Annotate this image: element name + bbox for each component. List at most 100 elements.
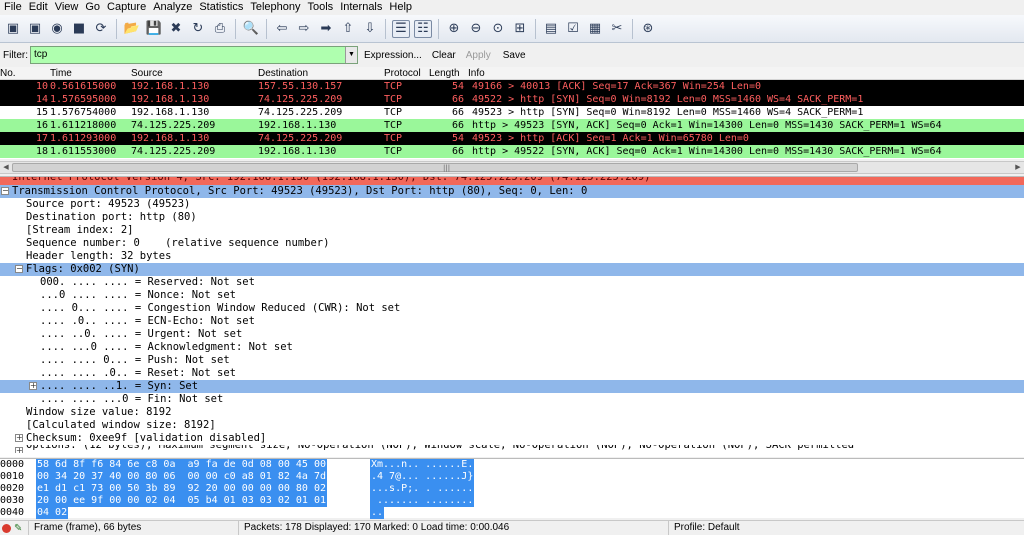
column-header-destination[interactable]: Destination — [258, 67, 308, 80]
interface-list-icon[interactable]: ▣ — [4, 20, 22, 38]
go-first-icon[interactable]: ⇧ — [339, 20, 357, 38]
menu-go[interactable]: Go — [85, 0, 107, 14]
hex-ascii[interactable]: .. — [370, 507, 385, 519]
collapse-icon[interactable]: − — [1, 187, 9, 195]
packet-row[interactable]: 10 0.561615000 192.168.1.130 157.55.130.157… — [0, 80, 1024, 93]
go-to-packet-icon[interactable]: ➡ — [317, 20, 335, 38]
hex-bytes[interactable]: 20 00 ee 9f 00 00 02 04 05 b4 01 03 03 0… — [36, 495, 327, 507]
zoom-in-icon[interactable]: ⊕ — [445, 20, 463, 38]
hex-bytes[interactable]: 04 02 — [36, 507, 69, 519]
tree-item[interactable]: Internet Protocol Version 4, Src: 192.16… — [0, 177, 1024, 185]
column-header-no[interactable]: No. — [0, 67, 16, 80]
expression-button[interactable]: Expression... — [364, 50, 422, 61]
close-file-icon[interactable]: ✖ — [167, 20, 185, 38]
tree-item[interactable]: [Calculated window size: 8192] — [0, 419, 1024, 432]
menu-view[interactable]: View — [55, 0, 86, 14]
filter-history-dropdown-icon[interactable]: ▼ — [345, 47, 357, 63]
hex-ascii[interactable]: .4 7@... ......J} — [370, 471, 475, 483]
stop-capture-icon[interactable]: ■ — [70, 20, 88, 38]
column-header-info[interactable]: Info — [468, 67, 485, 80]
print-icon[interactable]: ⎙ — [211, 20, 229, 38]
preferences-icon[interactable]: ✂ — [608, 20, 626, 38]
packet-list-hscrollbar[interactable]: ◀ ||| ▶ — [0, 161, 1024, 174]
menu-help[interactable]: Help — [389, 0, 419, 14]
tree-item[interactable]: ...0 .... .... = Nonce: Not set — [0, 289, 1024, 302]
go-back-icon[interactable]: ⇦ — [273, 20, 291, 38]
tree-item[interactable]: Source port: 49523 (49523) — [0, 198, 1024, 211]
capture-options-icon[interactable]: ▣ — [26, 20, 44, 38]
coloring-rules-icon[interactable]: ▦ — [586, 20, 604, 38]
expand-icon[interactable]: + — [15, 434, 23, 442]
tree-item[interactable]: 000. .... .... = Reserved: Not set — [0, 276, 1024, 289]
tree-item[interactable]: .... .... .0.. = Reset: Not set — [0, 367, 1024, 380]
profile-indicator[interactable]: Profile: Default — [668, 521, 1024, 535]
help-icon[interactable]: ⊛ — [639, 20, 657, 38]
display-filters-icon[interactable]: ☑ — [564, 20, 582, 38]
tree-item[interactable]: Header length: 32 bytes — [0, 250, 1024, 263]
packet-row[interactable]: 15 1.576754000 192.168.1.130 74.125.225.209… — [0, 106, 1024, 119]
apply-filter-button[interactable]: Apply — [466, 50, 491, 61]
expand-icon[interactable]: + — [15, 447, 23, 453]
capture-filters-icon[interactable]: ▤ — [542, 20, 560, 38]
start-capture-icon[interactable]: ◉ — [48, 20, 66, 38]
tree-item[interactable]: − Transmission Control Protocol, Src Port… — [0, 185, 1024, 198]
tree-item[interactable]: Window size value: 8192 — [0, 406, 1024, 419]
menu-telephony[interactable]: Telephony — [250, 0, 307, 14]
tree-item[interactable]: Destination port: http (80) — [0, 211, 1024, 224]
tree-item[interactable]: .... ...0 .... = Acknowledgment: Not set — [0, 341, 1024, 354]
scrollbar-thumb[interactable]: ||| — [12, 163, 858, 172]
menu-statistics[interactable]: Statistics — [199, 0, 250, 14]
tree-item[interactable]: .... .0.. .... = ECN-Echo: Not set — [0, 315, 1024, 328]
hex-ascii[interactable]: ....... ........ — [370, 495, 475, 507]
tree-item[interactable]: +.... .... ..1. = Syn: Set — [0, 380, 1024, 393]
column-header-source[interactable]: Source — [131, 67, 163, 80]
packet-row[interactable]: 18 1.611553000 74.125.225.209 192.168.1.130… — [0, 145, 1024, 158]
hex-ascii[interactable]: ...s.P;. . ...... — [370, 483, 475, 495]
column-header-protocol[interactable]: Protocol — [384, 67, 421, 80]
hex-ascii[interactable]: Xm...n.. ......E. — [370, 459, 475, 471]
collapse-icon[interactable]: − — [15, 265, 23, 273]
column-header-length[interactable]: Length — [429, 67, 460, 80]
menu-internals[interactable]: Internals — [340, 0, 389, 14]
menu-tools[interactable]: Tools — [308, 0, 341, 14]
autoscroll-icon[interactable]: ☷ — [414, 19, 432, 38]
scroll-left-icon[interactable]: ◀ — [0, 162, 12, 173]
display-filter-input[interactable]: tcp ▼ — [30, 46, 358, 64]
save-file-icon[interactable]: 💾 — [145, 20, 163, 38]
menu-file[interactable]: File — [4, 0, 29, 14]
packet-row[interactable]: 17 1.611293000 192.168.1.130 74.125.225.209… — [0, 132, 1024, 145]
reload-icon[interactable]: ↻ — [189, 20, 207, 38]
tree-item[interactable]: Sequence number: 0 (relative sequence nu… — [0, 237, 1024, 250]
expand-icon[interactable]: + — [29, 382, 37, 390]
hex-bytes[interactable]: 00 34 20 37 40 00 80 06 00 00 c0 a8 01 8… — [36, 471, 327, 483]
hex-bytes[interactable]: 58 6d 8f f6 84 6e c8 0a a9 fa de 0d 08 0… — [36, 459, 327, 471]
tree-item[interactable]: .... 0... .... = Congestion Window Reduc… — [0, 302, 1024, 315]
open-file-icon[interactable]: 📂 — [123, 20, 141, 38]
tree-item[interactable]: − Flags: 0x002 (SYN) — [0, 263, 1024, 276]
capture-comment-icon[interactable]: ✎ — [14, 522, 22, 535]
find-packet-icon[interactable]: 🔍 — [242, 20, 260, 38]
tree-item[interactable]: .... ..0. .... = Urgent: Not set — [0, 328, 1024, 341]
packet-row[interactable]: 16 1.611218000 74.125.225.209 192.168.1.130… — [0, 119, 1024, 132]
packet-row[interactable]: 14 1.576595000 192.168.1.130 74.125.225.209… — [0, 93, 1024, 106]
expert-info-icon[interactable] — [2, 524, 11, 533]
go-last-icon[interactable]: ⇩ — [361, 20, 379, 38]
tree-item[interactable]: [Stream index: 2] — [0, 224, 1024, 237]
go-forward-icon[interactable]: ⇨ — [295, 20, 313, 38]
zoom-normal-icon[interactable]: ⊙ — [489, 20, 507, 38]
menu-capture[interactable]: Capture — [107, 0, 153, 14]
tree-item[interactable]: + Options: (12 bytes), Maximum segment si… — [0, 445, 1024, 453]
hex-bytes[interactable]: e1 d1 c1 73 00 50 3b 89 92 20 00 00 00 0… — [36, 483, 327, 495]
zoom-out-icon[interactable]: ⊖ — [467, 20, 485, 38]
tree-item[interactable]: + Checksum: 0xee9f [validation disabled] — [0, 432, 1024, 445]
resize-columns-icon[interactable]: ⊞ — [511, 20, 529, 38]
save-filter-button[interactable]: Save — [503, 50, 526, 61]
restart-capture-icon[interactable]: ⟳ — [92, 20, 110, 38]
menu-edit[interactable]: Edit — [29, 0, 55, 14]
column-header-time[interactable]: Time — [50, 67, 72, 80]
tree-item[interactable]: .... .... 0... = Push: Not set — [0, 354, 1024, 367]
clear-filter-button[interactable]: Clear — [432, 50, 456, 61]
scroll-right-icon[interactable]: ▶ — [1012, 162, 1024, 173]
colorize-icon[interactable]: ☰ — [392, 19, 410, 38]
tree-item[interactable]: .... .... ...0 = Fin: Not set — [0, 393, 1024, 406]
